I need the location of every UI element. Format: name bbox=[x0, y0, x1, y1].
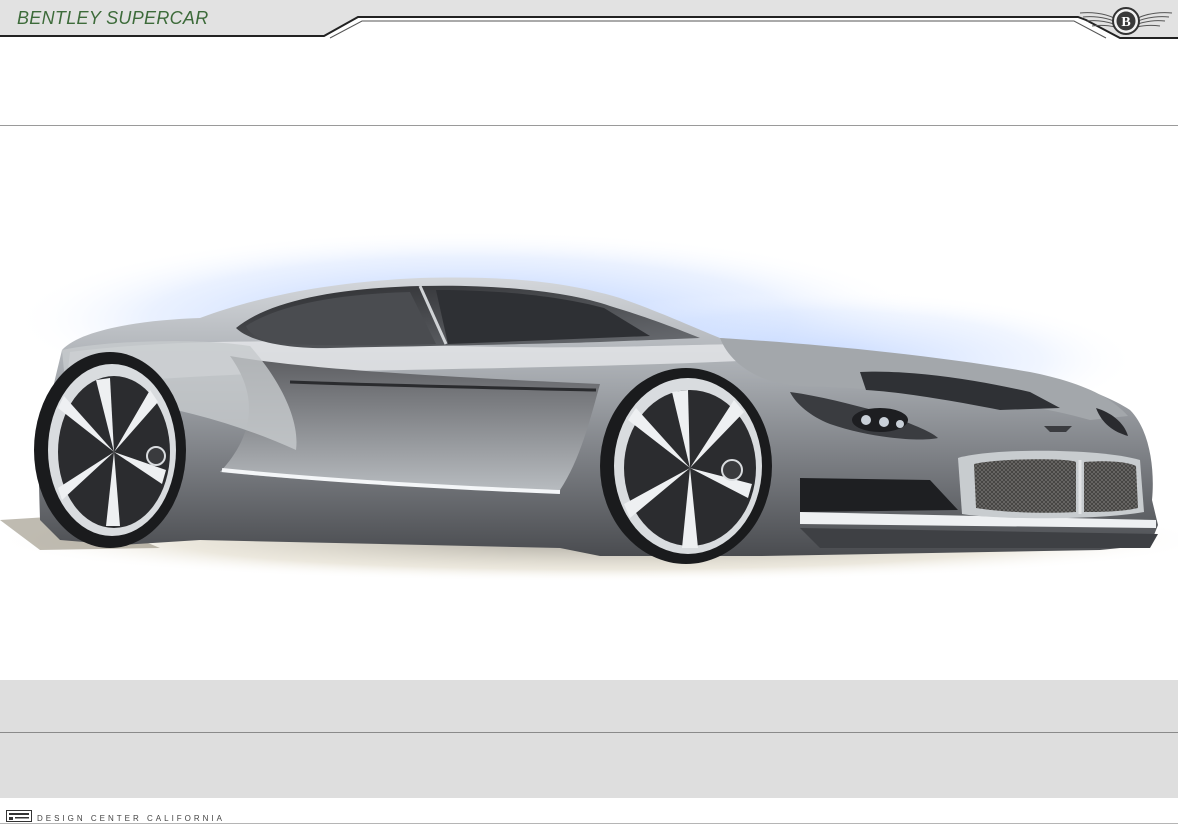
footer-divider bbox=[0, 823, 1178, 824]
caption-band bbox=[0, 680, 1178, 798]
concept-car-sketch bbox=[0, 230, 1178, 582]
svg-text:B: B bbox=[1121, 15, 1130, 30]
page-title: BENTLEY SUPERCAR bbox=[17, 8, 209, 28]
band-divider bbox=[0, 732, 1178, 733]
footer: DESIGN CENTER CALIFORNIA bbox=[0, 806, 1178, 826]
studio-mark-icon bbox=[6, 810, 32, 822]
header-bar: BENTLEY SUPERCAR B bbox=[0, 0, 1178, 40]
studio-name: DESIGN CENTER CALIFORNIA bbox=[37, 814, 226, 823]
bentley-winged-b-icon: B bbox=[1079, 7, 1173, 35]
